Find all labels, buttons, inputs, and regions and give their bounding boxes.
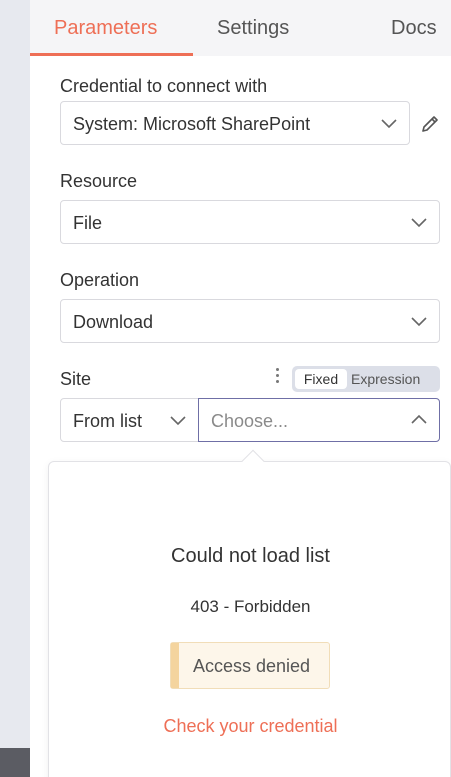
site-search-input[interactable] — [211, 410, 391, 432]
error-status: 403 - Forbidden — [190, 597, 311, 616]
chevron-down-icon — [170, 416, 186, 426]
resource-select[interactable]: File — [60, 200, 440, 244]
mode-fixed-option[interactable]: Fixed — [295, 369, 347, 389]
pencil-icon[interactable] — [419, 113, 441, 135]
check-credential-link[interactable]: Check your credential — [49, 716, 451, 737]
fixed-expression-toggle: Fixed Expression — [292, 366, 440, 392]
site-choose-field[interactable] — [198, 398, 440, 442]
operation-select[interactable]: Download — [60, 299, 440, 343]
operation-label: Operation — [60, 270, 140, 290]
panel-tabs: Parameters Settings Docs — [30, 0, 451, 56]
credential-label: Credential to connect with — [60, 76, 268, 96]
mode-expression-option[interactable]: Expression — [351, 369, 420, 389]
notice-accent-bar — [171, 643, 179, 688]
canvas-backdrop-footer — [0, 748, 30, 777]
chevron-down-icon — [411, 218, 427, 228]
chevron-down-icon — [381, 119, 397, 129]
notice-text: Access denied — [193, 656, 311, 676]
access-denied-notice: Access denied — [170, 642, 330, 689]
tab-parameters[interactable]: Parameters — [54, 17, 157, 40]
active-tab-indicator — [30, 53, 193, 56]
operation-select-value: Download — [73, 312, 154, 332]
kebab-icon[interactable] — [274, 368, 280, 386]
tab-settings[interactable]: Settings — [217, 17, 289, 40]
node-parameters-panel: Parameters Settings Docs Credential to c… — [30, 0, 451, 777]
canvas-backdrop — [0, 0, 30, 777]
chevron-down-icon — [411, 317, 427, 327]
resource-label: Resource — [60, 171, 138, 191]
site-list-dropdown: Could not load list 403 - Forbidden Acce… — [48, 461, 451, 777]
credential-select[interactable]: System: Microsoft SharePoint — [60, 101, 410, 145]
resource-select-value: File — [73, 213, 103, 233]
site-source-value: From list — [73, 411, 142, 431]
chevron-up-icon[interactable] — [411, 413, 427, 427]
site-label: Site — [60, 369, 92, 389]
error-title: Could not load list — [171, 545, 330, 567]
tab-docs[interactable]: Docs — [391, 17, 437, 40]
credential-select-value: System: Microsoft SharePoint — [73, 114, 311, 134]
site-source-select[interactable]: From list — [60, 398, 199, 442]
